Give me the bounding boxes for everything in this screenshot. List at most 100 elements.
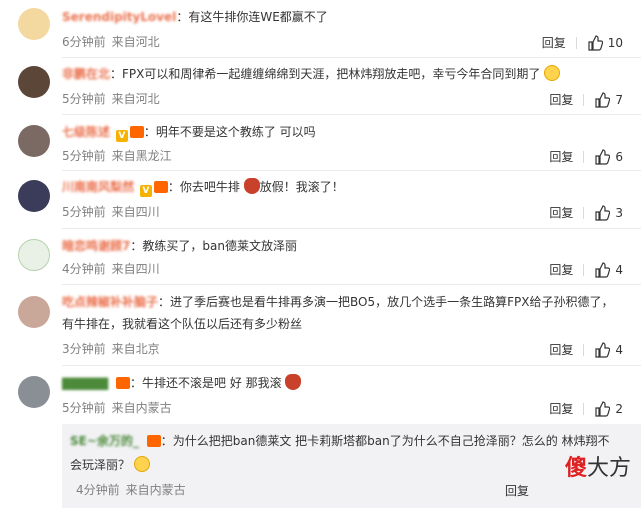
like-count: 4 [615,262,623,277]
smile-emoji-icon [544,65,561,81]
thumbs-up-icon [595,261,611,278]
vip-badge-icon [129,126,144,138]
divider [583,343,585,356]
thumbs-up-icon [595,341,611,358]
like-count: 10 [607,35,623,50]
like-button[interactable]: 3 [594,204,623,221]
vip-badge-icon [115,377,130,389]
timestamp: 5分钟前 [62,401,106,415]
watermark-part2: 大方 [586,456,631,481]
steak-emoji-icon [285,374,302,390]
like-button[interactable]: 10 [587,34,623,51]
reply-button[interactable]: 回复 [549,91,573,108]
divider [583,402,585,415]
divider [575,36,577,49]
comment-meta: 5分钟前 来自黑龙江 [62,148,172,164]
divider [583,263,585,276]
divider [62,170,641,171]
comment-meta: 5分钟前 来自四川 [62,204,160,220]
timestamp: 5分钟前 [62,149,106,163]
like-count: 4 [615,342,623,357]
comment-feed: SerendipityLovel：有这牛排你连WE都赢不了 6分钟前 来自河北 回… [0,0,641,508]
location: 来自四川 [111,262,160,276]
avatar[interactable] [18,239,50,271]
thumbs-up-icon [595,91,611,108]
username[interactable]: 暗恋鸣谢顾7 [62,239,130,253]
comment-text: 教练买了，ban德莱文放泽丽 [142,239,297,253]
location: 来自内蒙古 [125,483,186,497]
username[interactable]: 吃点辣椒补补脑子 [62,295,158,309]
reply-button[interactable]: 回复 [549,204,573,221]
reply-button[interactable]: 回复 [549,148,573,165]
username[interactable]: 川南南风梨然 [62,180,134,194]
sweat-emoji-icon [133,456,150,472]
comment-meta: 4分钟前 来自内蒙古 [76,482,186,498]
avatar[interactable] [18,125,50,157]
username[interactable]: 非鹏在北 [62,67,110,81]
username[interactable]: SerendipityLovel [62,10,176,24]
like-count: 7 [615,92,623,107]
vip-badge-icon [153,181,168,193]
watermark-part1: 傻 [564,456,587,481]
timestamp: 5分钟前 [62,205,106,219]
comment-meta: 4分钟前 来自四川 [62,261,160,277]
location: 来自内蒙古 [111,401,172,415]
comment-text-cont: 放假！我滚了！ [259,180,344,194]
comment-meta: 6分钟前 来自河北 [62,34,160,50]
vip-badge-icon [146,435,161,447]
thumbs-up-icon [595,400,611,417]
avatar[interactable] [18,180,50,212]
location: 来自北京 [111,342,160,356]
like-count: 6 [615,149,623,164]
timestamp: 3分钟前 [62,342,106,356]
like-button[interactable]: 4 [594,261,623,278]
comment-meta: 5分钟前 来自河北 [62,91,160,107]
divider [583,93,585,106]
timestamp: 4分钟前 [62,262,106,276]
location: 来自黑龙江 [111,149,172,163]
like-count: 3 [615,205,623,220]
divider [62,284,641,285]
reply-button[interactable]: 回复 [549,261,573,278]
comment-text: 有这牛排你连WE都赢不了 [188,10,328,24]
divider [62,57,641,58]
comment-meta: 3分钟前 来自北京 [62,341,160,357]
watermark: 傻大方 [565,456,631,482]
thumbs-up-icon [595,204,611,221]
divider [62,228,641,229]
verified-badge-icon: V [115,130,128,142]
thumbs-up-icon [588,34,603,51]
timestamp: 5分钟前 [62,92,106,106]
avatar[interactable] [18,376,50,408]
username[interactable]: ▇▇▇▇▇ [62,376,108,390]
reply-button[interactable]: 回复 [549,341,573,358]
username[interactable]: 七级陈述 [62,125,110,139]
comment-text: 牛排还不滚是吧 好 那我滚 [142,376,282,390]
nested-reply: SE~余万的_ ：为什么把把ban德莱文 把卡莉斯塔都ban了为什么不自己抢泽丽… [62,424,641,508]
divider [583,150,585,163]
like-button[interactable]: 4 [594,341,623,358]
location: 来自河北 [111,35,160,49]
verified-badge-icon: V [139,185,152,197]
like-button[interactable]: 7 [594,91,623,108]
reply-button[interactable]: 回复 [505,482,529,499]
timestamp: 6分钟前 [62,35,106,49]
comment-meta: 5分钟前 来自内蒙古 [62,400,172,416]
steak-emoji-icon [243,178,260,194]
avatar[interactable] [18,8,50,40]
location: 来自河北 [111,92,160,106]
comment-text: FPX可以和周律希一起缠缠绵绵到天涯，把林炜翔放走吧，幸亏今年合同到期了 [122,67,541,81]
avatar[interactable] [18,66,50,98]
like-button[interactable]: 2 [594,400,623,417]
location: 来自四川 [111,205,160,219]
username[interactable]: SE~余万的_ [70,434,139,448]
reply-button[interactable]: 回复 [542,34,566,51]
avatar[interactable] [18,296,50,328]
like-count: 2 [615,401,623,416]
divider [583,206,585,219]
timestamp: 4分钟前 [76,483,120,497]
divider [62,365,641,366]
comment-text: 你去吧牛排 [179,180,240,194]
reply-button[interactable]: 回复 [549,400,573,417]
like-button[interactable]: 6 [594,148,623,165]
